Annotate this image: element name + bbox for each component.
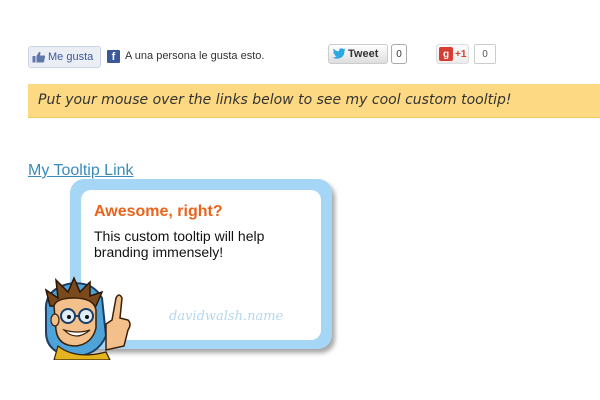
- facebook-like-button[interactable]: Me gusta: [28, 46, 101, 68]
- tweet-button[interactable]: Tweet: [328, 44, 388, 64]
- tweet-label: Tweet: [348, 48, 379, 60]
- facebook-icon: f: [107, 50, 120, 63]
- thumbs-up-icon: [32, 51, 46, 63]
- tooltip-link[interactable]: My Tooltip Link: [28, 162, 134, 180]
- facebook-like-count: A una persona le gusta esto.: [125, 50, 265, 62]
- google-plus-one-label: +1: [455, 48, 467, 60]
- cartoon-avatar-icon: [44, 276, 131, 360]
- tooltip-title: Awesome, right?: [94, 203, 223, 220]
- tooltip-signature: davidwalsh.name: [169, 309, 284, 324]
- notice-banner: Put your mouse over the links below to s…: [28, 84, 600, 118]
- google-plus-one-button[interactable]: g +1: [436, 44, 469, 64]
- twitter-bird-icon: [332, 48, 346, 59]
- google-icon: g: [439, 47, 453, 61]
- google-plus-count: 0: [474, 44, 496, 64]
- social-share-bar: Me gusta f A una persona le gusta esto. …: [28, 44, 508, 70]
- tooltip-body: This custom tooltip will help branding i…: [94, 228, 265, 260]
- facebook-like-label: Me gusta: [48, 51, 94, 63]
- tweet-count: 0: [391, 44, 407, 64]
